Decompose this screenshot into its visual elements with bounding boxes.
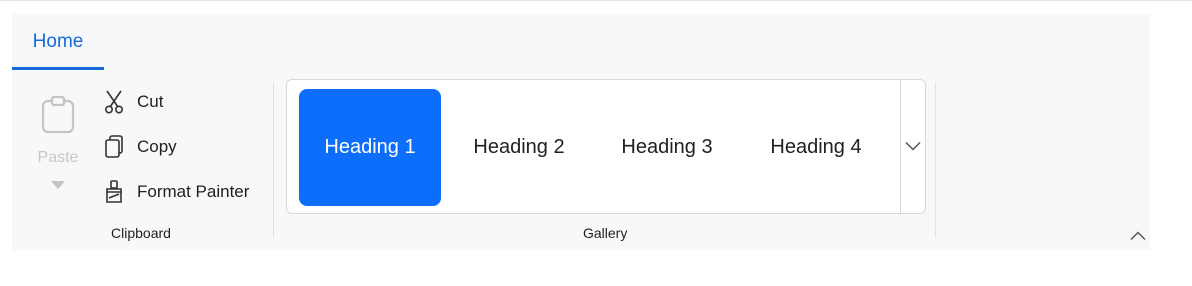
tab-home-label: Home bbox=[32, 30, 84, 52]
group-divider bbox=[273, 82, 274, 238]
copy-button[interactable]: Copy bbox=[102, 132, 272, 162]
format-painter-button[interactable]: Format Painter bbox=[102, 177, 272, 207]
gallery-item-heading-4[interactable]: Heading 4 bbox=[745, 89, 887, 206]
chevron-down-icon bbox=[905, 138, 921, 156]
gallery-group-label: Gallery bbox=[583, 225, 628, 241]
style-gallery: Heading 1 Heading 2 Heading 3 Heading 4 bbox=[286, 79, 926, 214]
ribbon-tab-strip: Home bbox=[12, 14, 1150, 70]
gallery-item-label: Heading 1 bbox=[324, 136, 416, 158]
top-border bbox=[0, 0, 1192, 1]
tab-home[interactable]: Home bbox=[12, 14, 104, 70]
caret-down-icon[interactable] bbox=[50, 177, 66, 195]
gallery-item-label: Heading 2 bbox=[473, 136, 565, 158]
gallery-more-button[interactable] bbox=[900, 80, 925, 213]
scissors-icon bbox=[102, 90, 126, 114]
format-painter-icon bbox=[102, 180, 126, 204]
clipboard-icon bbox=[41, 95, 75, 139]
format-painter-label: Format Painter bbox=[137, 182, 250, 201]
gallery-item-label: Heading 4 bbox=[770, 136, 862, 158]
chevron-up-icon bbox=[1130, 228, 1146, 246]
copy-label: Copy bbox=[137, 137, 177, 156]
gallery-item-heading-3[interactable]: Heading 3 bbox=[596, 89, 738, 206]
copy-icon bbox=[102, 135, 126, 159]
gallery-item-heading-1[interactable]: Heading 1 bbox=[299, 89, 441, 206]
paste-label: Paste bbox=[37, 149, 79, 166]
ribbon: Home Paste Cut Copy Format Painter Clipb… bbox=[12, 14, 1150, 250]
group-divider bbox=[935, 82, 936, 238]
collapse-ribbon-button[interactable] bbox=[1128, 228, 1148, 246]
clipboard-group-label: Clipboard bbox=[111, 225, 171, 241]
cut-button[interactable]: Cut bbox=[102, 87, 272, 117]
gallery-item-heading-2[interactable]: Heading 2 bbox=[448, 89, 590, 206]
cut-label: Cut bbox=[137, 92, 164, 111]
gallery-item-label: Heading 3 bbox=[621, 136, 713, 158]
paste-button[interactable]: Paste bbox=[30, 94, 86, 204]
